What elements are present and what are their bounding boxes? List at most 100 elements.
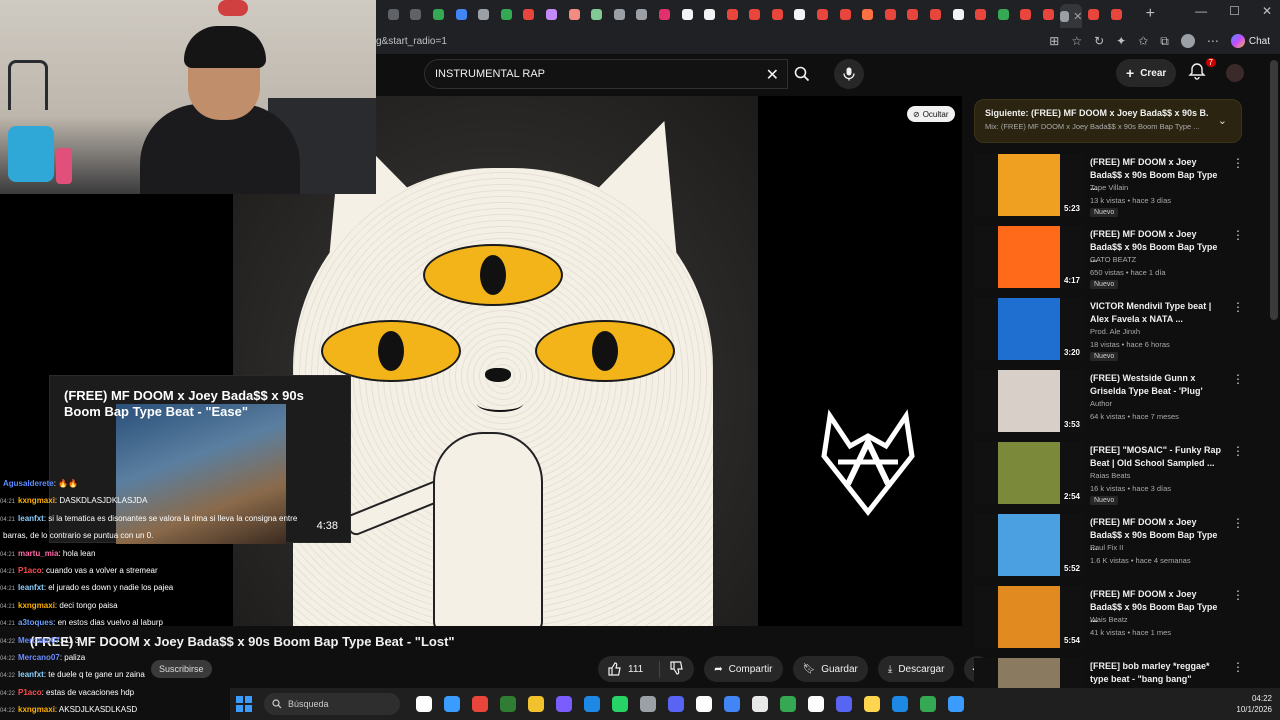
browser-tab[interactable]	[518, 4, 541, 24]
recommended-title[interactable]: [FREE] "MOSAIC" - Funky Rap Beat | Old S…	[1090, 444, 1226, 469]
hide-overlay-button[interactable]: ⊘ Ocultar	[907, 106, 955, 122]
browser-tab[interactable]	[924, 4, 947, 24]
recommended-video[interactable]: 3:20 VICTOR Mendivil Type beat | Alex Fav…	[974, 294, 1254, 362]
browser-tab[interactable]	[1105, 4, 1128, 24]
more-options-icon[interactable]: ⋮	[1232, 516, 1244, 530]
like-button[interactable]: 111	[598, 656, 695, 682]
search-query[interactable]: INSTRUMENTAL RAP	[435, 68, 545, 80]
recommended-video[interactable]: 4:17 (FREE) MF DOOM x Joey Bada$$ x 90s B…	[974, 222, 1254, 290]
taskbar-app-icon[interactable]	[584, 696, 600, 712]
minimize-icon[interactable]: —	[1195, 4, 1207, 18]
recommended-thumbnail[interactable]: 3:20	[974, 298, 1084, 360]
more-options-icon[interactable]: ⋮	[1232, 444, 1244, 458]
more-options-icon[interactable]: ⋮	[1232, 588, 1244, 602]
taskbar-app-icon[interactable]	[612, 696, 628, 712]
browser-menu-icon[interactable]: ⋯	[1207, 34, 1219, 48]
browser-tab[interactable]	[405, 4, 428, 24]
account-avatar[interactable]	[1226, 64, 1244, 82]
browser-tab[interactable]	[495, 4, 518, 24]
channel-name[interactable]: Wais Beatz	[1090, 615, 1128, 624]
browser-tab[interactable]	[947, 4, 970, 24]
taskbar-app-icon[interactable]	[864, 696, 880, 712]
new-tab-icon[interactable]: +	[1146, 5, 1155, 23]
browser-tab[interactable]	[676, 4, 699, 24]
save-button[interactable]: 🔖︎ Guardar	[792, 656, 868, 682]
taskbar-app-icon[interactable]	[500, 696, 516, 712]
browser-tab[interactable]	[450, 4, 473, 24]
url-text[interactable]: g&start_radio=1	[376, 36, 1049, 47]
subscribe-button[interactable]: Suscribirse	[151, 660, 212, 678]
browser-tab[interactable]	[766, 4, 789, 24]
channel-name[interactable]: Raias Beats	[1090, 471, 1130, 480]
taskbar-app-icon[interactable]	[668, 696, 684, 712]
address-bar[interactable]: g&start_radio=1 ⊞ ☆ ↻ ✦ ✩ ⧉ ⋯ Chat	[376, 28, 1280, 54]
install-app-icon[interactable]: ⊞	[1049, 34, 1059, 48]
browser-tab[interactable]	[540, 4, 563, 24]
browser-tab[interactable]	[1015, 4, 1038, 24]
recommended-thumbnail[interactable]: 5:23	[974, 154, 1084, 216]
taskbar-app-icon[interactable]	[528, 696, 544, 712]
recommended-title[interactable]: [FREE] bob marley *reggae* type beat - "…	[1090, 660, 1226, 685]
taskbar-app-icon[interactable]	[752, 696, 768, 712]
refresh-icon[interactable]: ↻	[1094, 34, 1104, 48]
browser-tab[interactable]: ✕	[1059, 4, 1083, 28]
browser-tab[interactable]	[721, 4, 744, 24]
taskbar-app-icon[interactable]	[472, 696, 488, 712]
recommended-thumbnail[interactable]: 4:17	[974, 226, 1084, 288]
recommended-video[interactable]: 2:54 [FREE] "MOSAIC" - Funky Rap Beat | O…	[974, 438, 1254, 506]
recommended-title[interactable]: VICTOR Mendivil Type beat | Alex Favela …	[1090, 300, 1226, 325]
taskbar-app-icon[interactable]	[920, 696, 936, 712]
browser-tab[interactable]	[992, 4, 1015, 24]
recommended-thumbnail[interactable]: 5:52	[974, 514, 1084, 576]
channel-name[interactable]: Tape Villain	[1090, 183, 1128, 192]
channel-name[interactable]: Author	[1090, 399, 1112, 408]
browser-tab[interactable]	[608, 4, 631, 24]
taskbar-app-icon[interactable]	[724, 696, 740, 712]
copilot-chat-button[interactable]: Chat	[1230, 34, 1270, 48]
channel-name[interactable]: Paul Fix II	[1090, 543, 1123, 552]
search-button[interactable]	[788, 59, 816, 89]
recommended-thumbnail[interactable]: 2:54	[974, 442, 1084, 504]
browser-tab[interactable]	[789, 4, 812, 24]
browser-tab[interactable]	[744, 4, 767, 24]
browser-tab[interactable]	[472, 4, 495, 24]
browser-tab[interactable]	[1037, 4, 1060, 24]
browser-tab[interactable]	[856, 4, 879, 24]
voice-search-button[interactable]	[834, 59, 864, 89]
browser-tab[interactable]	[631, 4, 654, 24]
taskbar-app-icon[interactable]	[780, 696, 796, 712]
create-button[interactable]: + Crear	[1116, 59, 1177, 87]
taskbar-app-icon[interactable]	[444, 696, 460, 712]
collections-icon[interactable]: ⧉	[1160, 34, 1169, 49]
dislike-icon[interactable]	[659, 660, 684, 678]
browser-tab[interactable]	[653, 4, 676, 24]
close-tab-icon[interactable]: ✕	[1073, 10, 1082, 23]
recommended-title[interactable]: (FREE) Westside Gunn x Griselda Type Bea…	[1090, 372, 1226, 397]
recommended-thumbnail[interactable]: 3:53	[974, 370, 1084, 432]
browser-tab[interactable]	[427, 4, 450, 24]
browser-tab[interactable]	[969, 4, 992, 24]
profile-avatar[interactable]	[1180, 34, 1195, 48]
bookmark-star-icon[interactable]: ☆	[1071, 34, 1082, 48]
taskbar-app-icon[interactable]	[696, 696, 712, 712]
channel-name[interactable]: GATO BEATZ	[1090, 255, 1136, 264]
recommended-thumbnail[interactable]: 5:54	[974, 586, 1084, 648]
chevron-down-icon[interactable]: ⌄	[1218, 114, 1227, 127]
system-clock[interactable]: 04:22 10/1/2026	[1236, 693, 1272, 715]
taskbar-app-icon[interactable]	[836, 696, 852, 712]
more-options-icon[interactable]: ⋮	[1232, 372, 1244, 386]
clear-search-icon[interactable]: ✕	[766, 65, 779, 85]
browser-tab[interactable]	[811, 4, 834, 24]
browser-tab[interactable]	[563, 4, 586, 24]
channel-name[interactable]: Prod. Ale Jinxh	[1090, 327, 1140, 336]
more-options-icon[interactable]: ⋮	[1232, 156, 1244, 170]
favorites-icon[interactable]: ✩	[1138, 34, 1148, 48]
taskbar-app-icon[interactable]	[892, 696, 908, 712]
search-input[interactable]: INSTRUMENTAL RAP ✕	[424, 59, 788, 89]
taskbar-app-icon[interactable]	[640, 696, 656, 712]
up-next-panel[interactable]: Siguiente: (FREE) MF DOOM x Joey Bada$$ …	[974, 99, 1242, 143]
close-window-icon[interactable]: ✕	[1262, 4, 1272, 18]
browser-tab[interactable]	[382, 4, 405, 24]
browser-tab[interactable]	[902, 4, 925, 24]
maximize-icon[interactable]: ☐	[1229, 4, 1240, 18]
